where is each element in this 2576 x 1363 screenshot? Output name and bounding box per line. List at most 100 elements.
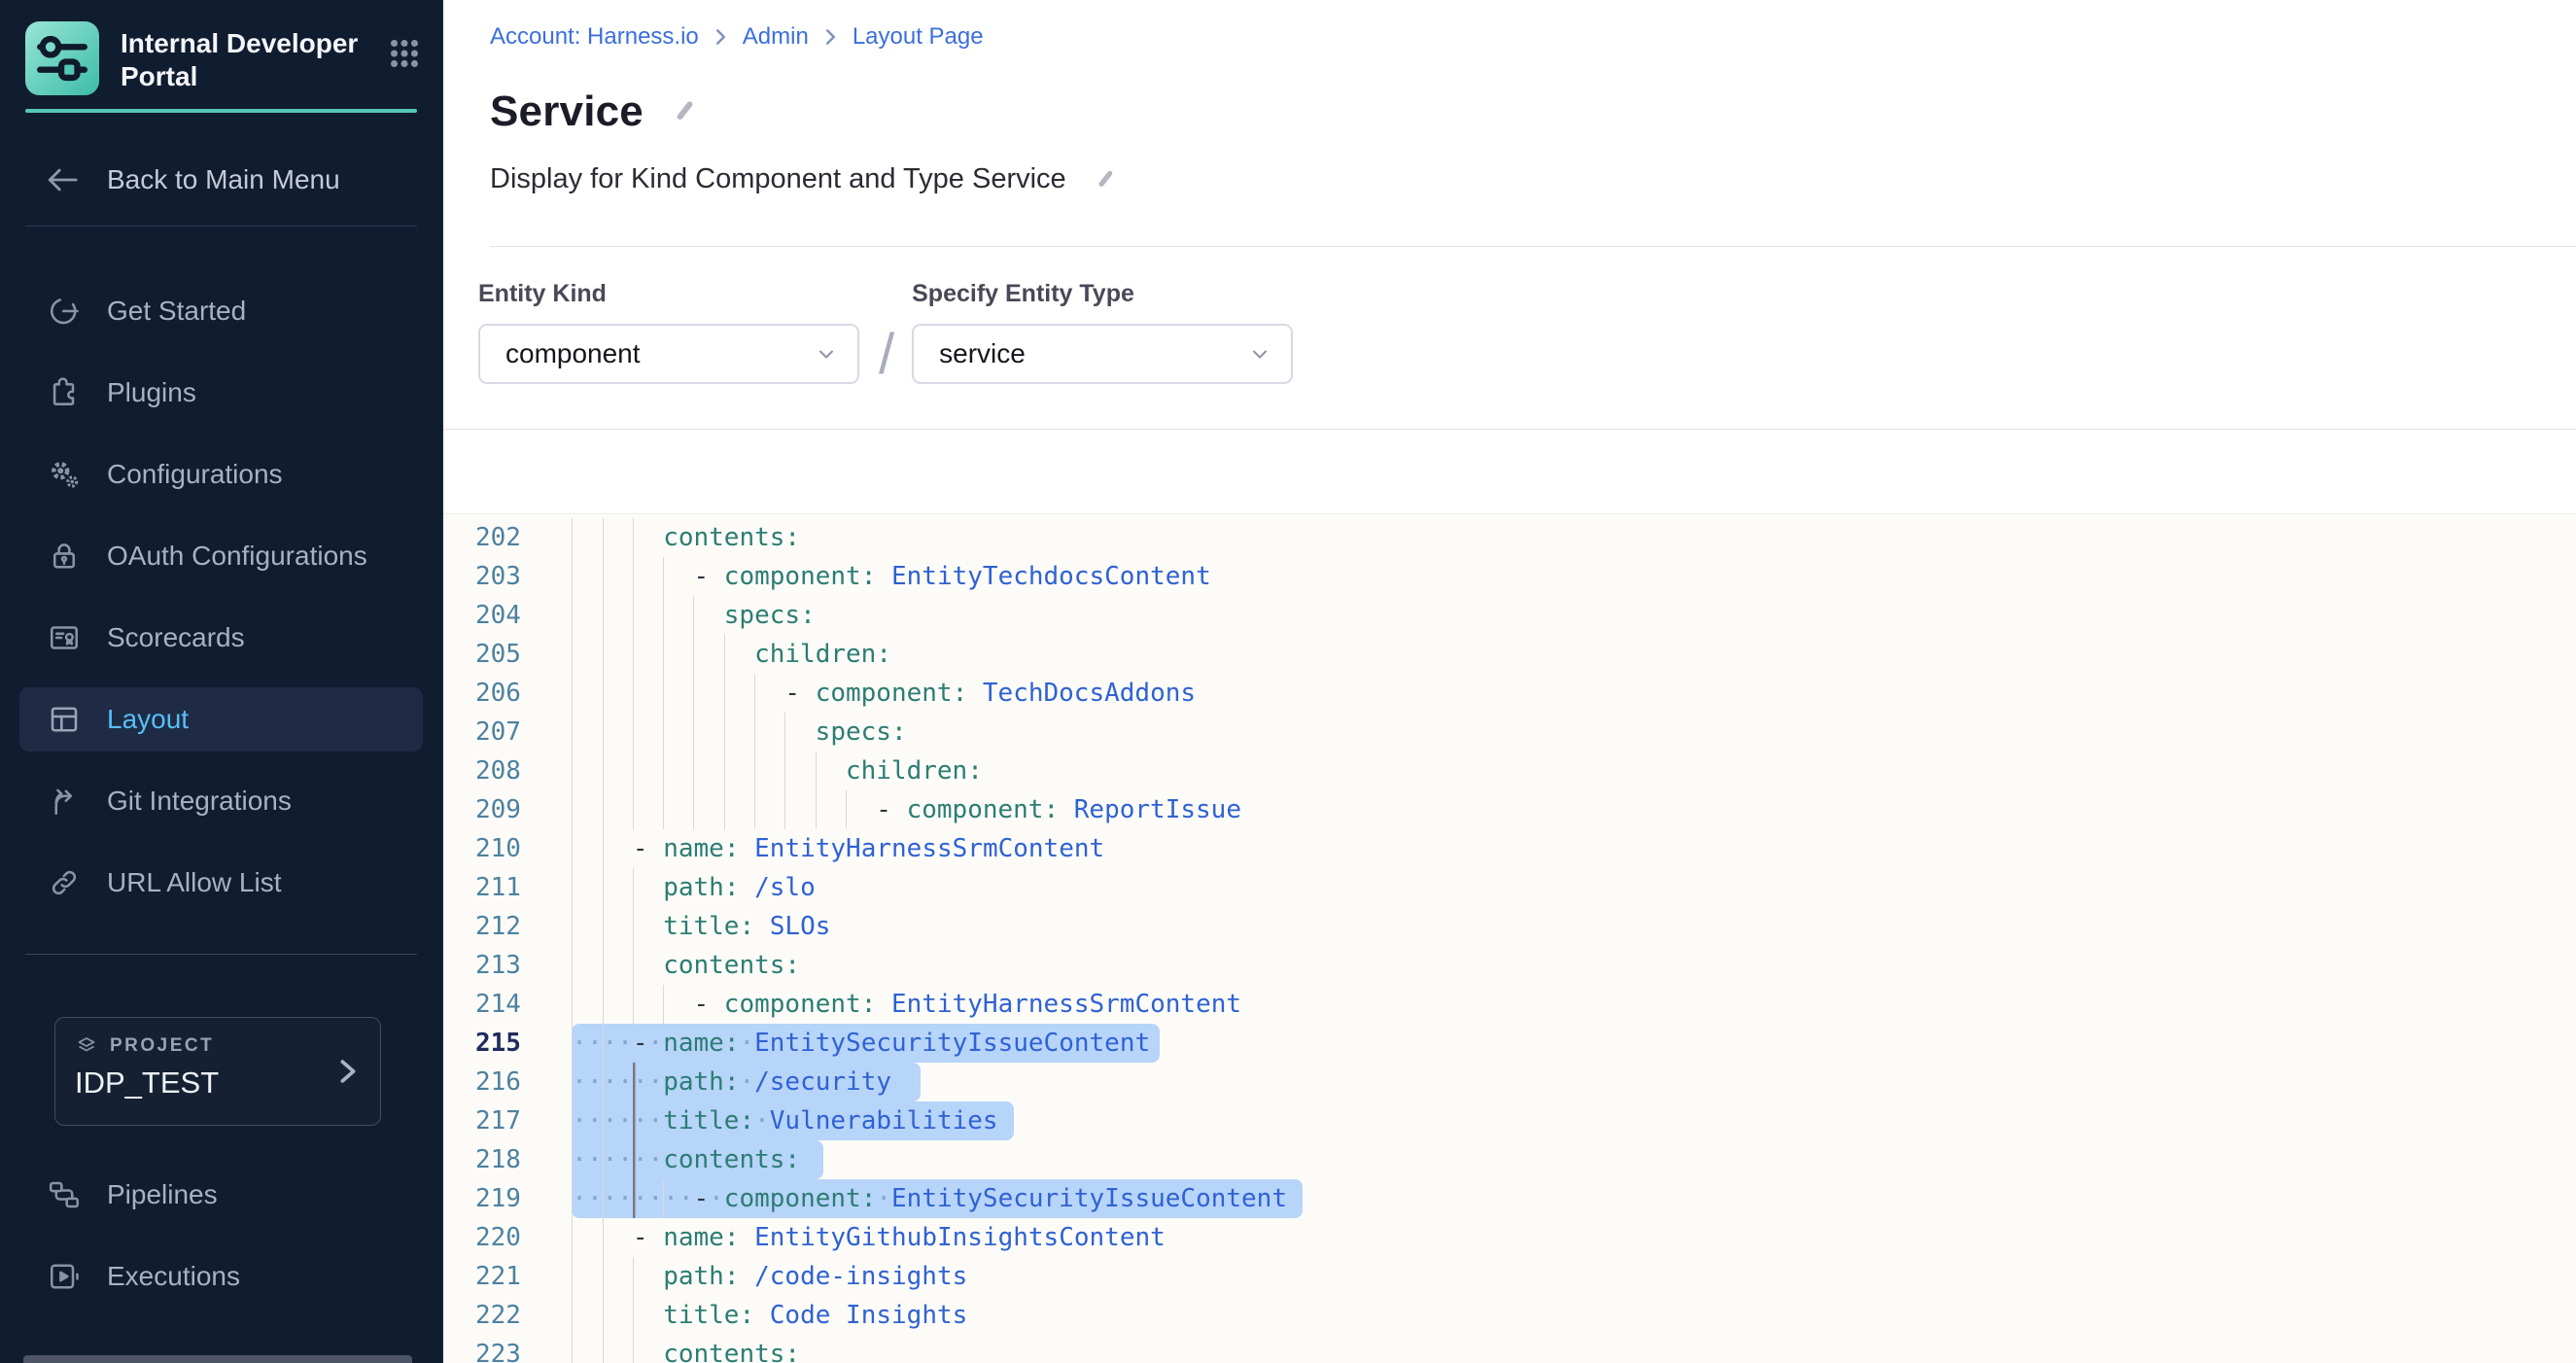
edit-title-pencil-icon[interactable] (669, 96, 700, 127)
code-line[interactable]: 204 specs: (443, 596, 2576, 635)
sidebar-item-executions[interactable]: Executions (19, 1244, 423, 1309)
sidebar-divider (25, 226, 417, 227)
entity-kind-select[interactable]: component (478, 324, 859, 384)
indent-guide (541, 985, 572, 1024)
line-content: - name: EntityHarnessSrmContent (541, 829, 1104, 868)
indent-guide: ·· (572, 1024, 602, 1063)
selection-highlight: ······path:·/security (572, 1063, 921, 1101)
back-label: Back to Main Menu (107, 164, 340, 195)
indent-guide (603, 829, 633, 868)
indent-guide (603, 596, 633, 635)
indent-guide (754, 751, 784, 790)
code-line[interactable]: 214 - component: EntityHarnessSrmContent (443, 985, 2576, 1024)
line-number: 218 (475, 1140, 521, 1179)
code-line[interactable]: 205 children: (443, 635, 2576, 674)
indent-guide: ·· (633, 1063, 663, 1101)
code-line[interactable]: 213 contents: (443, 946, 2576, 985)
indent-guide (541, 1024, 572, 1063)
sidebar-item-oauth-configurations[interactable]: OAuth Configurations (19, 524, 423, 588)
line-content: title: Code Insights (541, 1296, 967, 1335)
code-line[interactable]: 220 - name: EntityGithubInsightsContent (443, 1218, 2576, 1257)
indent-guide (572, 1335, 602, 1363)
code-line[interactable]: 206 - component: TechDocsAddons (443, 674, 2576, 713)
executions-icon (47, 1259, 82, 1294)
indent-guide (541, 907, 572, 946)
back-to-main-menu-button[interactable]: Back to Main Menu (43, 163, 417, 196)
indent-guide (633, 1257, 663, 1296)
sidebar-item-get-started[interactable]: Get Started (19, 279, 423, 343)
line-number: 207 (475, 713, 521, 751)
line-content: ······title:·Vulnerabilities (541, 1101, 1014, 1140)
indent-guide (541, 1335, 572, 1363)
line-content: contents: (541, 1335, 800, 1363)
indent-guide: ·· (633, 1140, 663, 1179)
selection-highlight: ······title:·Vulnerabilities (572, 1101, 1013, 1140)
indent-guide (784, 790, 815, 829)
code-line[interactable]: 210 - name: EntityHarnessSrmContent (443, 829, 2576, 868)
yaml-editor[interactable]: 202 contents:203 - component: EntityTech… (443, 513, 2576, 1363)
sidebar-item-layout[interactable]: Layout (19, 687, 423, 751)
code-line[interactable]: 208 children: (443, 751, 2576, 790)
indent-guide (541, 1218, 572, 1257)
code-line[interactable]: 222 title: Code Insights (443, 1296, 2576, 1335)
indent-guide (541, 1101, 572, 1140)
indent-guide (572, 635, 602, 674)
sidebar-item-url-allow-list[interactable]: URL Allow List (19, 851, 423, 915)
breadcrumb-link[interactable]: Layout Page (853, 23, 984, 51)
sidebar-item-scorecards[interactable]: Scorecards (19, 606, 423, 670)
line-content: children: (541, 751, 983, 790)
sidebar-bottom-scrollbar[interactable] (23, 1355, 412, 1363)
sidebar-item-plugins[interactable]: Plugins (19, 361, 423, 425)
indent-guide (633, 1296, 663, 1335)
project-name: IDP_TEST (75, 1066, 361, 1101)
code-line[interactable]: 207 specs: (443, 713, 2576, 751)
sidebar-item-configurations[interactable]: Configurations (19, 442, 423, 507)
code-line[interactable]: 209 - component: ReportIssue (443, 790, 2576, 829)
entity-type-select[interactable]: service (912, 324, 1293, 384)
code-line[interactable]: 218 ······contents: (443, 1140, 2576, 1179)
code-line[interactable]: 221 path: /code-insights (443, 1257, 2576, 1296)
code-line[interactable]: 203 - component: EntityTechdocsContent (443, 557, 2576, 596)
code-line[interactable]: 217 ······title:·Vulnerabilities (443, 1101, 2576, 1140)
indent-guide (603, 1335, 633, 1363)
sidebar-item-git-integrations[interactable]: Git Integrations (19, 769, 423, 833)
code-line[interactable]: 202 contents: (443, 518, 2576, 557)
indent-guide (572, 751, 602, 790)
breadcrumb-link[interactable]: Admin (743, 23, 809, 51)
code-line[interactable]: 216 ······path:·/security (443, 1063, 2576, 1101)
pipelines-icon (47, 1177, 82, 1212)
code-line[interactable]: 223 contents: (443, 1335, 2576, 1363)
selection-highlight: ········-·component:·EntitySecurityIssue… (572, 1179, 1303, 1218)
selection-highlight: ······contents: (572, 1140, 823, 1179)
grid-dots-icon[interactable] (388, 37, 421, 75)
line-number: 222 (475, 1296, 521, 1335)
indent-guide (724, 713, 754, 751)
sidebar-item-label: Executions (107, 1261, 240, 1292)
line-number: 214 (475, 985, 521, 1024)
code-line[interactable]: 215 ····-·name:·EntitySecurityIssueConte… (443, 1024, 2576, 1063)
edit-subtitle-pencil-icon[interactable] (1092, 166, 1119, 193)
indent-guide (572, 868, 602, 907)
sidebar-item-label: Get Started (107, 296, 246, 327)
sidebar-bottom-menu: Pipelines Executions (0, 1163, 442, 1309)
back-arrow-icon (43, 163, 82, 196)
sidebar-item-label: OAuth Configurations (107, 541, 367, 572)
project-card[interactable]: PROJECT IDP_TEST (54, 1017, 381, 1126)
indent-guide (633, 790, 663, 829)
indent-guide (693, 713, 723, 751)
line-content: ······contents: (541, 1140, 823, 1179)
line-number: 219 (475, 1179, 521, 1218)
indent-guide (633, 674, 663, 713)
page-subtitle: Display for Kind Component and Type Serv… (490, 163, 1066, 195)
indent-guide (541, 674, 572, 713)
code-line[interactable]: 211 path: /slo (443, 868, 2576, 907)
sidebar-item-pipelines[interactable]: Pipelines (19, 1163, 423, 1227)
line-content: - component: ReportIssue (541, 790, 1241, 829)
indent-guide (603, 985, 633, 1024)
code-line[interactable]: 212 title: SLOs (443, 907, 2576, 946)
code-line[interactable]: 219 ········-·component:·EntitySecurityI… (443, 1179, 2576, 1218)
breadcrumb-link[interactable]: Account: Harness.io (490, 23, 699, 51)
indent-guide (663, 751, 693, 790)
indent-guide (541, 1063, 572, 1101)
indent-guide (603, 713, 633, 751)
